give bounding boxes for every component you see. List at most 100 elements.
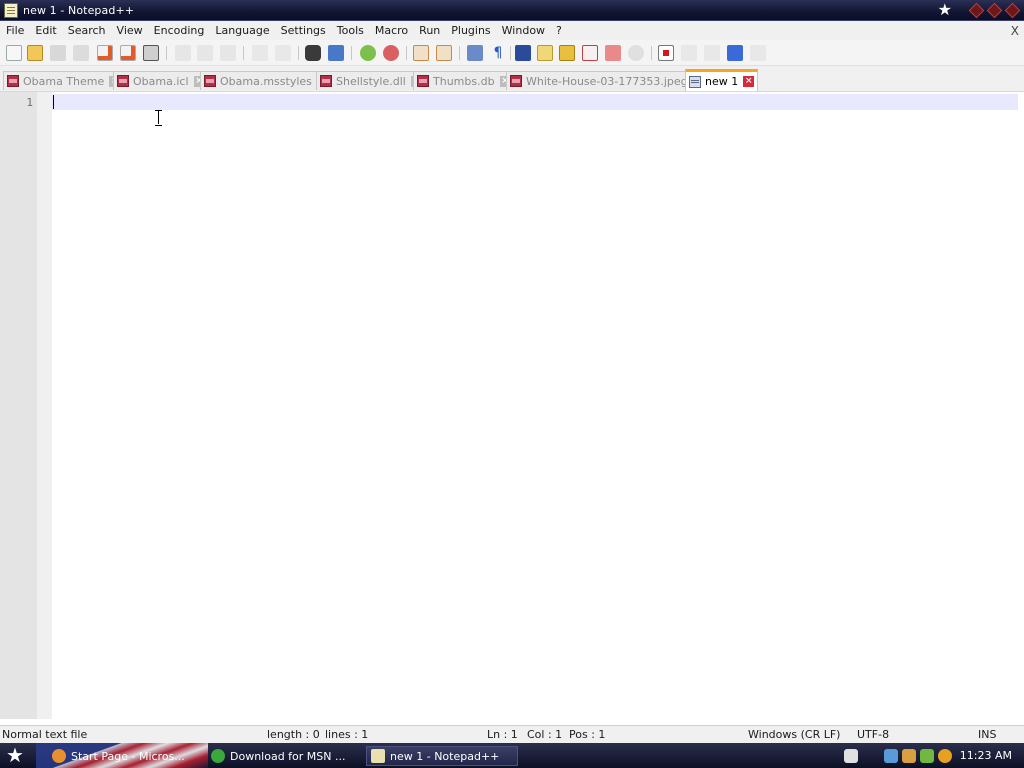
task-download-msn[interactable]: Download for MSN ...: [207, 746, 357, 766]
close-all-icon[interactable]: [120, 45, 136, 61]
menu-search[interactable]: Search: [62, 24, 111, 37]
notepad-icon: [371, 749, 385, 763]
title-bar: new 1 - Notepad++ ★: [0, 0, 1024, 21]
play-macro-icon[interactable]: [704, 45, 720, 61]
network-icon[interactable]: [883, 748, 898, 763]
status-insert-mode[interactable]: INS: [978, 728, 996, 741]
stop-icon[interactable]: [628, 45, 644, 61]
tab-obama-msstyles[interactable]: Obama.msstyles ×: [200, 71, 332, 90]
zoom-out-icon[interactable]: [383, 45, 399, 61]
menu-settings[interactable]: Settings: [275, 24, 331, 37]
fold-margin[interactable]: [37, 92, 52, 719]
toolbar-separator: [351, 46, 352, 60]
ie-icon: [211, 749, 225, 763]
file-icon: [204, 75, 216, 87]
tab-white-house-jpeg[interactable]: White-House-03-177353.jpeg ×: [506, 71, 708, 90]
taskbar: ★ Start Page - Micros... Download for MS…: [0, 743, 1024, 768]
tab-label: new 1: [705, 75, 739, 88]
folder-workspace-icon[interactable]: [582, 45, 598, 61]
tab-obama-icl[interactable]: Obama.icl ×: [113, 71, 209, 90]
task-notepad[interactable]: new 1 - Notepad++: [366, 746, 518, 766]
tab-label: Obama Theme: [23, 74, 105, 88]
tab-bar: Obama Theme × Obama.icl × Obama.msstyles…: [0, 66, 1024, 92]
tab-obama-theme[interactable]: Obama Theme ×: [3, 71, 125, 90]
save-icon[interactable]: [50, 45, 66, 61]
task-label: new 1 - Notepad++: [390, 749, 500, 763]
tab-new-1[interactable]: new 1 ×: [685, 69, 759, 91]
word-wrap-icon[interactable]: [467, 45, 483, 61]
line-number-gutter: 1: [0, 92, 37, 719]
paste-icon[interactable]: [220, 45, 236, 61]
stop-record-icon[interactable]: [681, 45, 697, 61]
monitor-icon[interactable]: [605, 45, 621, 61]
copy-icon[interactable]: [197, 45, 213, 61]
record-macro-icon[interactable]: [658, 45, 674, 61]
close-icon[interactable]: [97, 45, 113, 61]
window-controls: ★: [938, 2, 1018, 18]
file-icon: [117, 75, 129, 87]
status-line: Ln : 1: [487, 728, 518, 741]
menu-help[interactable]: ?: [550, 24, 567, 37]
security-icon[interactable]: [919, 748, 934, 763]
document-icon: [689, 75, 701, 88]
doc-map-icon[interactable]: [537, 45, 553, 61]
status-encoding[interactable]: UTF-8: [857, 728, 889, 741]
cut-icon[interactable]: [175, 45, 191, 61]
show-all-chars-icon[interactable]: ¶: [490, 45, 506, 61]
print-icon[interactable]: [143, 45, 159, 61]
sync-vertical-icon[interactable]: [413, 45, 429, 61]
close-window-button[interactable]: [1006, 4, 1018, 16]
tab-close-icon[interactable]: ×: [743, 76, 755, 87]
tab-label: Obama.icl: [133, 74, 189, 88]
start-button[interactable]: ★: [6, 744, 24, 766]
redo-icon[interactable]: [275, 45, 291, 61]
tab-shellstyle-dll[interactable]: Shellstyle.dll ×: [316, 71, 426, 90]
menu-encoding[interactable]: Encoding: [148, 24, 210, 37]
indent-guide-icon[interactable]: [515, 45, 531, 61]
menu-window[interactable]: Window: [496, 24, 550, 37]
open-file-icon[interactable]: [27, 45, 43, 61]
replace-icon[interactable]: [328, 45, 344, 61]
menu-view[interactable]: View: [111, 24, 148, 37]
save-all-icon[interactable]: [73, 45, 89, 61]
menu-tools[interactable]: Tools: [331, 24, 369, 37]
messenger-icon[interactable]: [901, 748, 916, 763]
undo-icon[interactable]: [252, 45, 268, 61]
toolbar-separator: [243, 46, 244, 60]
menu-plugins[interactable]: Plugins: [445, 24, 495, 37]
tab-thumbs-db[interactable]: Thumbs.db ×: [413, 71, 515, 90]
menu-file[interactable]: File: [0, 24, 29, 37]
search-icon[interactable]: [937, 748, 952, 763]
toolbar-separator: [459, 46, 460, 60]
status-lines: lines : 1: [325, 728, 369, 741]
save-macro-icon[interactable]: [750, 45, 766, 61]
file-icon: [320, 75, 332, 87]
menu-run[interactable]: Run: [413, 24, 445, 37]
maximize-button[interactable]: [988, 4, 1000, 16]
new-file-icon[interactable]: [6, 45, 22, 61]
run-macro-multiple-icon[interactable]: [727, 45, 743, 61]
editor-area[interactable]: 1: [0, 92, 1024, 719]
zoom-in-icon[interactable]: [360, 45, 376, 61]
system-tray: 11:23 AM: [843, 743, 1024, 768]
toolbar: ¶: [0, 40, 1024, 66]
find-icon[interactable]: [305, 45, 321, 61]
close-document-button[interactable]: X: [1011, 24, 1019, 38]
status-position: Pos : 1: [569, 728, 606, 741]
keyboard-icon[interactable]: [843, 748, 858, 763]
status-eol[interactable]: Windows (CR LF): [748, 728, 840, 741]
menu-language[interactable]: Language: [209, 24, 274, 37]
task-start-page[interactable]: Start Page - Micros...: [48, 746, 200, 766]
toolbar-separator: [651, 46, 652, 60]
menu-macro[interactable]: Macro: [369, 24, 413, 37]
status-file-type: Normal text file: [2, 728, 88, 741]
tab-label: Thumbs.db: [433, 74, 495, 88]
ibeam-cursor-icon: [155, 110, 163, 126]
minimize-button[interactable]: [970, 4, 982, 16]
function-list-icon[interactable]: [559, 45, 575, 61]
status-bar: Normal text file length : 0 lines : 1 Ln…: [0, 725, 1024, 743]
file-icon: [510, 75, 522, 87]
star-icon[interactable]: ★: [938, 2, 952, 18]
menu-edit[interactable]: Edit: [29, 24, 61, 37]
sync-horizontal-icon[interactable]: [436, 45, 452, 61]
